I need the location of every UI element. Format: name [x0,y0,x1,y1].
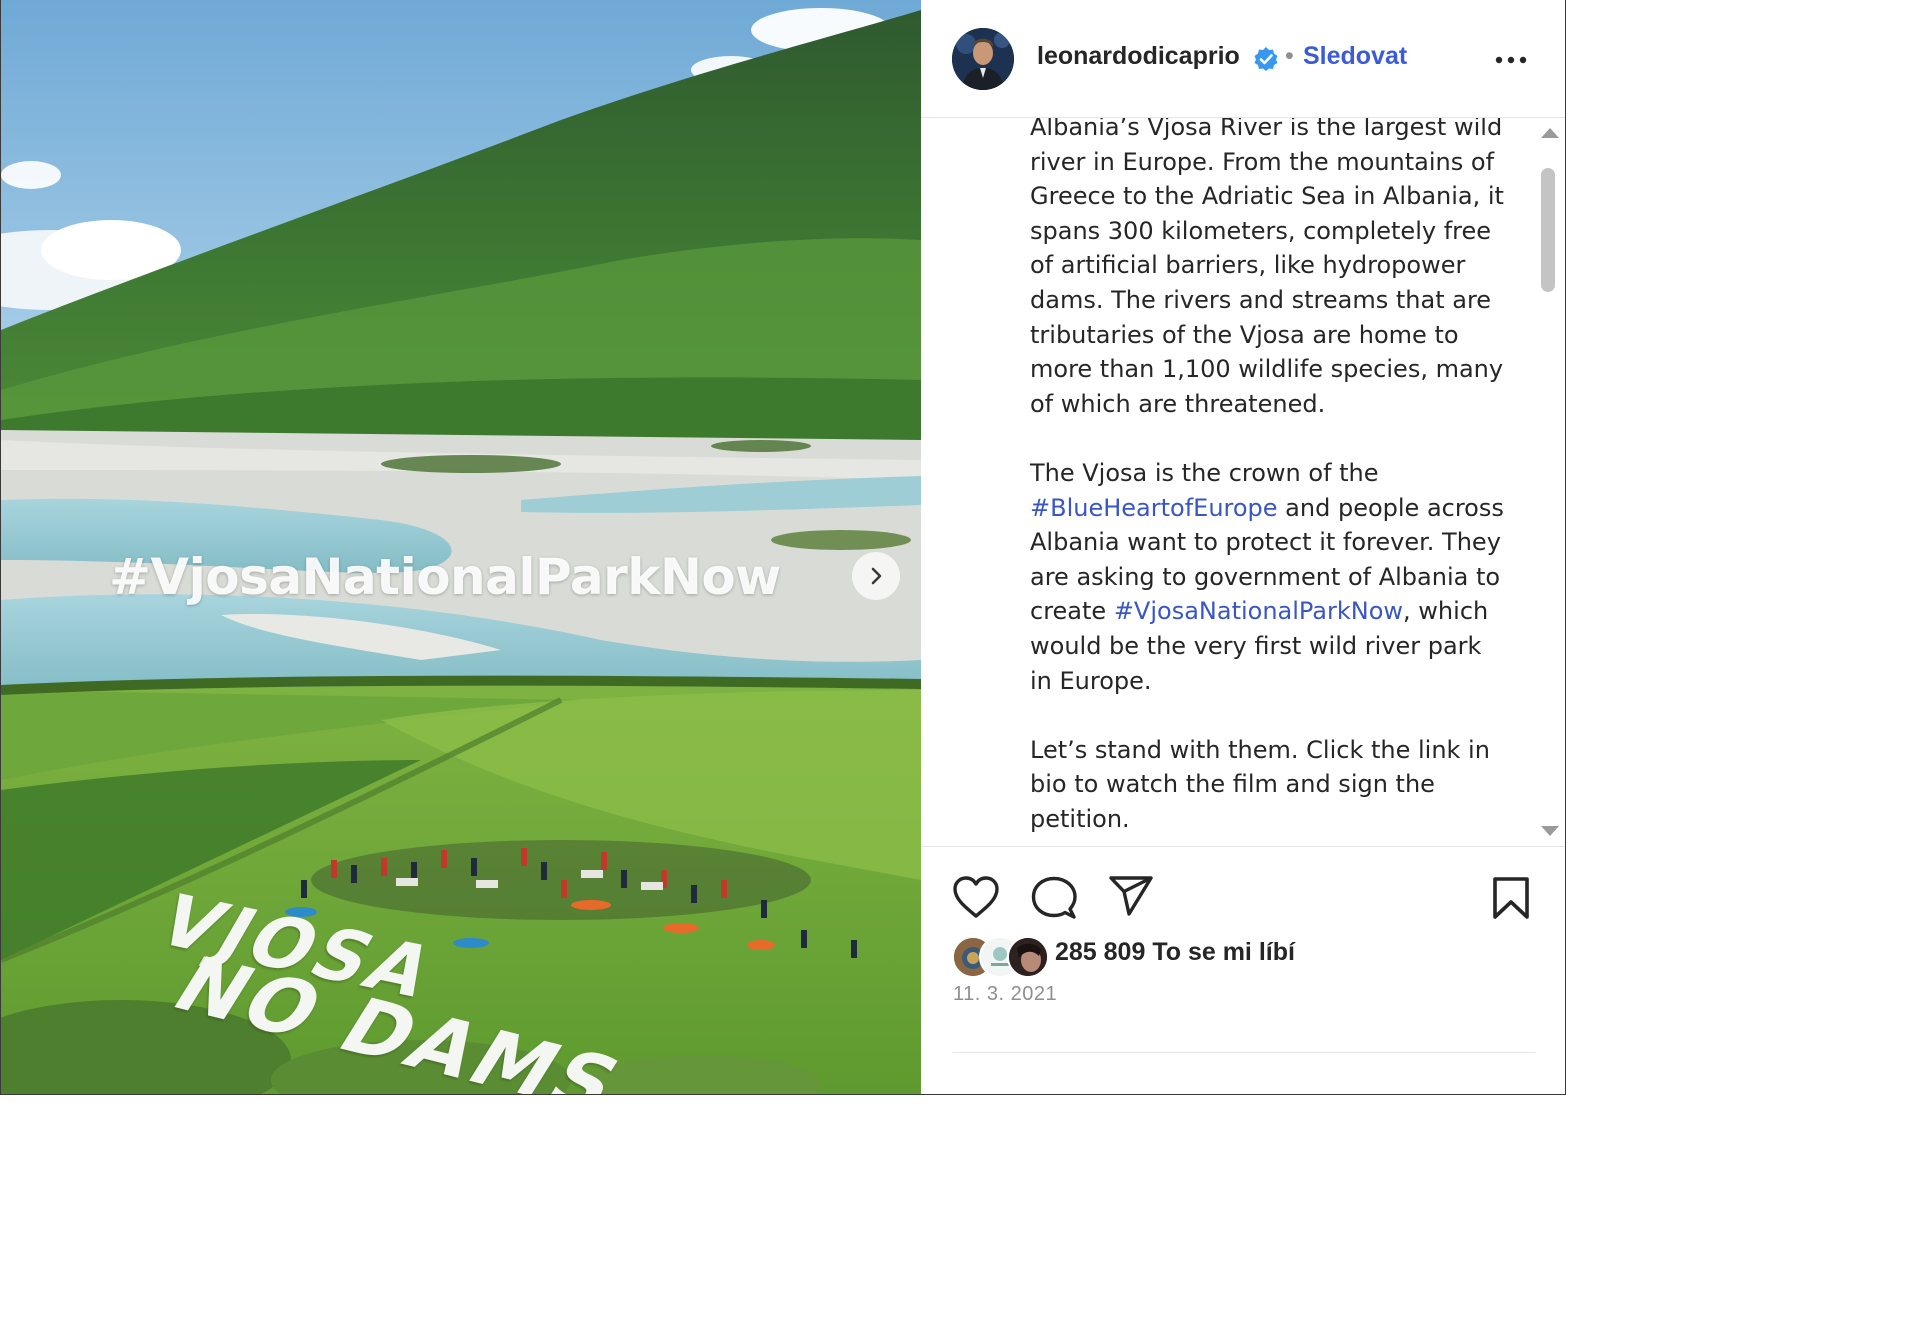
like-icon[interactable] [951,874,1001,920]
caption-text: Albania’s Vjosa River is the largest wil… [1030,118,1508,846]
caption-scroll-area[interactable]: Albania’s Vjosa River is the largest wil… [921,118,1565,847]
caption-paragraph: Let’s stand with them. Click the link in… [1030,735,1490,833]
scrollbar-thumb[interactable] [1541,168,1555,292]
scroll-up-arrow[interactable] [1541,128,1559,138]
hashtag-link-vjosanationalparknow[interactable]: #VjosaNationalParkNow [1114,597,1403,625]
post-actions: 285 809 To se mi líbí 11. 3. 2021 [921,846,1565,1094]
post-date[interactable]: 11. 3. 2021 [953,983,1057,1006]
post-sidebar: leonardodicaprio • Sledovat Albania’s Vj… [921,0,1565,1094]
separator-dot: • [1285,42,1294,70]
caption-paragraph: The Vjosa is the crown of the #BlueHeart… [1030,456,1508,698]
avatar-photo [952,28,1014,90]
share-icon[interactable] [1107,874,1155,920]
save-icon[interactable] [1491,876,1531,920]
hashtag-link-blueheartofeurope[interactable]: #BlueHeartofEurope [1030,494,1278,522]
follow-button[interactable]: Sledovat [1303,42,1407,71]
liker-avatar-image [1009,938,1047,976]
caption-text-segment: The Vjosa is the crown of the [1030,458,1379,487]
chevron-right-icon [871,567,882,585]
avatar[interactable] [952,28,1014,90]
caption-paragraph: Albania’s Vjosa River is the largest wil… [1030,118,1504,418]
image-hashtag-overlay: #VjosaNationalParkNow [109,548,781,606]
post-image[interactable]: #VjosaNationalParkNow VJOSA NO DAMS [1,0,921,1094]
verified-icon [1254,47,1278,71]
liker-avatar[interactable] [1007,936,1049,978]
likes-count[interactable]: 285 809 To se mi líbí [1055,938,1295,967]
username[interactable]: leonardodicaprio [1037,42,1240,71]
comment-icon[interactable] [1029,874,1079,922]
scroll-down-arrow[interactable] [1541,826,1559,836]
post-header: leonardodicaprio • Sledovat [921,0,1565,118]
divider [953,1052,1535,1053]
scrollbar[interactable] [1535,118,1559,846]
post-modal: #VjosaNationalParkNow VJOSA NO DAMS leon… [0,0,1566,1095]
next-image-button[interactable] [852,552,900,600]
more-icon[interactable] [1493,48,1529,72]
